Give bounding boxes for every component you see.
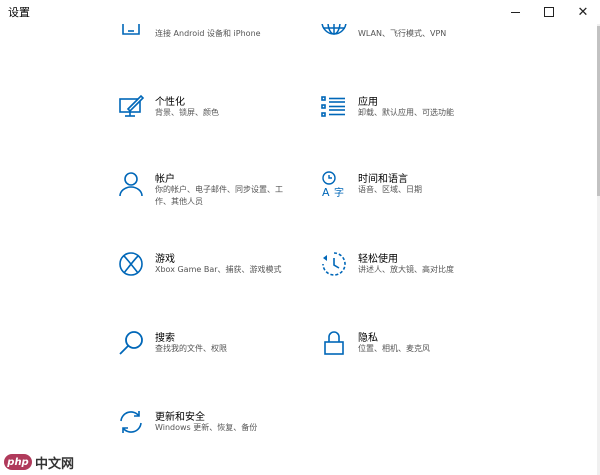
tile-description: Xbox Game Bar、捕获、游戏模式: [155, 265, 282, 274]
tile-accounts[interactable]: 帐户 你的帐户、电子邮件、同步设置、工作、其他人员: [117, 170, 287, 222]
svg-text:字: 字: [334, 186, 344, 198]
tile-description: 查找我的文件、权限: [155, 344, 227, 353]
update-sync-icon: [117, 408, 145, 436]
tile-apps[interactable]: 应用 卸载、默认应用、可选功能: [320, 93, 490, 133]
window-title: 设置: [8, 6, 30, 19]
tile-description: WLAN、飞行模式、VPN: [358, 29, 447, 38]
tile-description: 你的帐户、电子邮件、同步设置、工作、其他人员: [155, 185, 283, 206]
watermark-text: 中文网: [35, 456, 75, 472]
tile-name: 时间和语言: [358, 174, 408, 185]
ease-of-access-icon: [320, 250, 348, 278]
tile-privacy[interactable]: 隐私 位置、相机、麦克风: [320, 329, 490, 369]
minimize-button[interactable]: [498, 0, 532, 24]
tile-update-security[interactable]: 更新和安全 Windows 更新、恢复、备份: [117, 408, 287, 448]
tile-name: 轻松使用: [358, 254, 398, 265]
apps-list-icon: [320, 93, 348, 121]
tile-name: 隐私: [358, 333, 378, 344]
minimize-icon: [510, 11, 520, 13]
svg-text:A: A: [322, 186, 330, 198]
tile-description: Windows 更新、恢复、备份: [155, 423, 258, 432]
close-icon: ✕: [577, 4, 589, 20]
title-bar: 设置 ✕: [0, 0, 600, 24]
tile-description: 位置、相机、麦克风: [358, 344, 430, 353]
time-language-icon: A 字: [320, 170, 348, 198]
tile-name: 个性化: [155, 97, 185, 108]
maximize-icon: [544, 7, 554, 17]
lock-icon: [320, 329, 348, 357]
tile-description: 背景、锁屏、颜色: [155, 108, 219, 117]
tile-name: 帐户: [155, 174, 175, 185]
watermark: php 中文网: [4, 452, 74, 472]
personalization-icon: [117, 93, 145, 121]
php-logo: php: [4, 454, 32, 470]
close-button[interactable]: ✕: [566, 0, 600, 24]
maximize-button[interactable]: [532, 0, 566, 24]
tile-name: 更新和安全: [155, 412, 205, 423]
tile-name: 搜索: [155, 333, 175, 344]
tile-ease-of-access[interactable]: 轻松使用 讲述人、放大镜、高对比度: [320, 250, 490, 290]
tile-description: 连接 Android 设备和 iPhone: [155, 29, 261, 38]
account-person-icon: [117, 170, 145, 198]
tile-time-language[interactable]: A 字 时间和语言 语音、区域、日期: [320, 170, 490, 210]
tile-personalization[interactable]: 个性化 背景、锁屏、颜色: [117, 93, 287, 133]
tile-search[interactable]: 搜索 查找我的文件、权限: [117, 329, 287, 369]
tile-gaming[interactable]: 游戏 Xbox Game Bar、捕获、游戏模式: [117, 250, 287, 302]
tile-description: 卸载、默认应用、可选功能: [358, 108, 454, 117]
search-icon: [117, 329, 145, 357]
xbox-icon: [117, 250, 145, 278]
tile-description: 讲述人、放大镜、高对比度: [358, 265, 454, 274]
tile-name: 游戏: [155, 254, 175, 265]
tile-description: 语音、区域、日期: [358, 185, 422, 194]
tile-name: 应用: [358, 97, 378, 108]
